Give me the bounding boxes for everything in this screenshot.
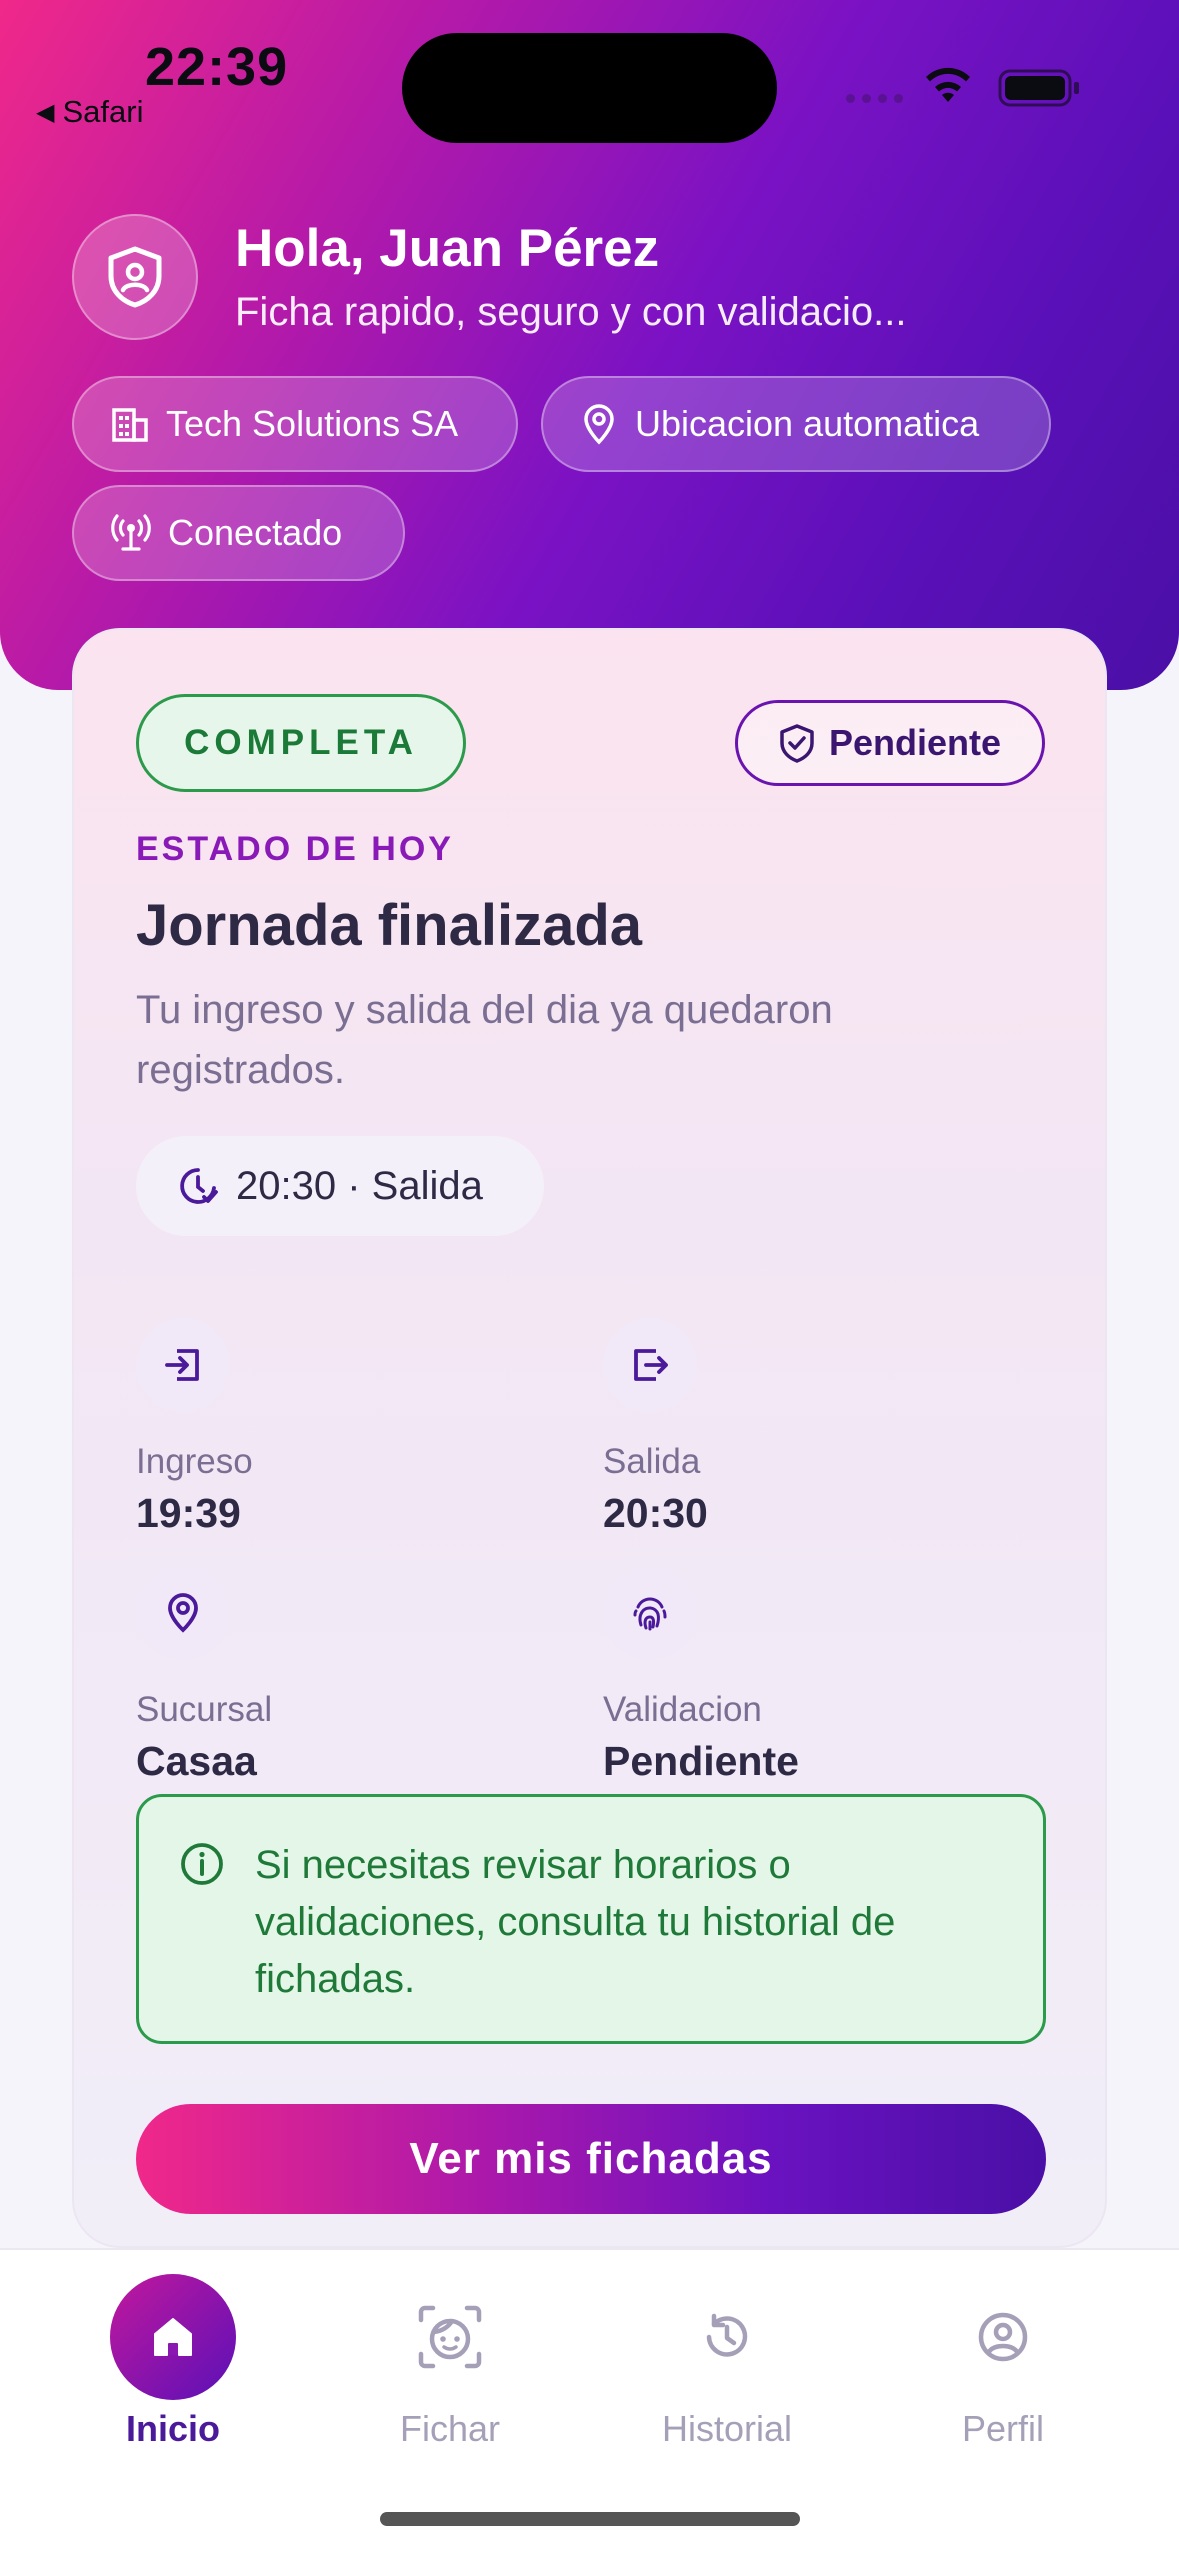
- status-time: 22:39: [145, 37, 289, 97]
- company-chip: Tech Solutions SA: [72, 376, 518, 472]
- check-in-stat: Ingreso 19:39: [136, 1318, 536, 1537]
- login-icon: [136, 1318, 230, 1412]
- tab-inicio-label: Inicio: [125, 2408, 220, 2449]
- greeting-subtitle: Ficha rapido, seguro y con validacio...: [235, 290, 907, 334]
- tab-inicio[interactable]: Inicio: [73, 2274, 273, 2450]
- check-out-stat: Salida 20:30: [603, 1318, 1003, 1537]
- card-description: Tu ingreso y salida del dia ya quedaron …: [136, 988, 833, 1092]
- shield-user-icon: [72, 214, 198, 340]
- branch-value: Casaa: [136, 1738, 257, 1784]
- bottom-tab-bar: Inicio Fichar Historial Perfil: [0, 2248, 1179, 2556]
- tab-perfil-label: Perfil: [961, 2408, 1045, 2449]
- last-event-text: 20:30 · Salida: [236, 1163, 483, 1208]
- fingerprint-icon: [603, 1566, 697, 1660]
- info-icon: [181, 1843, 223, 1885]
- face-scan-icon: [387, 2274, 513, 2400]
- validation-value: Pendiente: [603, 1738, 799, 1784]
- home-indicator[interactable]: [380, 2512, 800, 2526]
- branch-label: Sucursal: [136, 1690, 273, 1729]
- check-in-label: Ingreso: [136, 1442, 253, 1481]
- back-app-label: Safari: [62, 94, 144, 129]
- profile-icon: [940, 2274, 1066, 2400]
- card-eyebrow: ESTADO DE HOY: [136, 830, 454, 868]
- check-out-value: 20:30: [603, 1490, 708, 1536]
- status-badge: COMPLETA: [136, 694, 466, 792]
- company-name: Tech Solutions SA: [166, 403, 459, 444]
- tab-historial[interactable]: Historial: [627, 2274, 827, 2450]
- battery-icon: [998, 69, 1079, 107]
- check-in-value: 19:39: [136, 1490, 241, 1536]
- shield-check-icon: [780, 724, 814, 763]
- validation-stat: Validacion Pendiente: [603, 1566, 1003, 1785]
- location-mode: Ubicacion automatica: [635, 403, 980, 444]
- location-pin-icon: [584, 404, 614, 445]
- home-icon: [110, 2274, 236, 2400]
- last-event-pill: 20:30 · Salida: [136, 1136, 544, 1236]
- wifi-icon: [926, 67, 970, 102]
- view-records-button[interactable]: Ver mis fichadas: [136, 2104, 1046, 2214]
- clock-check-icon: [180, 1168, 218, 1204]
- dynamic-island: [402, 33, 777, 143]
- info-text: Si necesitas revisar horarios o validaci…: [255, 1843, 896, 2001]
- connection-status: Conectado: [168, 512, 343, 553]
- broadcast-icon: [111, 514, 151, 551]
- back-to-app-link[interactable]: ◀ Safari: [36, 94, 143, 130]
- cellular-signal-icon: [846, 94, 903, 103]
- today-status-card: COMPLETA Pendiente ESTADO DE HOY Jornada…: [72, 628, 1107, 2248]
- info-notice: Si necesitas revisar horarios o validaci…: [136, 1794, 1046, 2044]
- connection-chip: Conectado: [72, 485, 405, 581]
- building-icon: [112, 408, 148, 442]
- location-pin-icon: [136, 1566, 230, 1660]
- validation-label: Validacion: [603, 1690, 762, 1729]
- tab-perfil[interactable]: Perfil: [903, 2274, 1103, 2450]
- back-arrow-icon: ◀: [36, 98, 55, 126]
- greeting-title: Hola, Juan Pérez: [235, 219, 660, 278]
- tab-historial-label: Historial: [661, 2408, 793, 2449]
- validation-badge-label: Pendiente: [828, 722, 1002, 763]
- validation-badge: Pendiente: [735, 700, 1045, 786]
- check-out-label: Salida: [603, 1442, 701, 1481]
- branch-stat: Sucursal Casaa: [136, 1566, 536, 1785]
- location-chip: Ubicacion automatica: [541, 376, 1051, 472]
- history-icon: [664, 2274, 790, 2400]
- card-title: Jornada finalizada: [136, 893, 643, 958]
- tab-fichar-label: Fichar: [399, 2408, 501, 2449]
- logout-icon: [603, 1318, 697, 1412]
- tab-fichar[interactable]: Fichar: [350, 2274, 550, 2450]
